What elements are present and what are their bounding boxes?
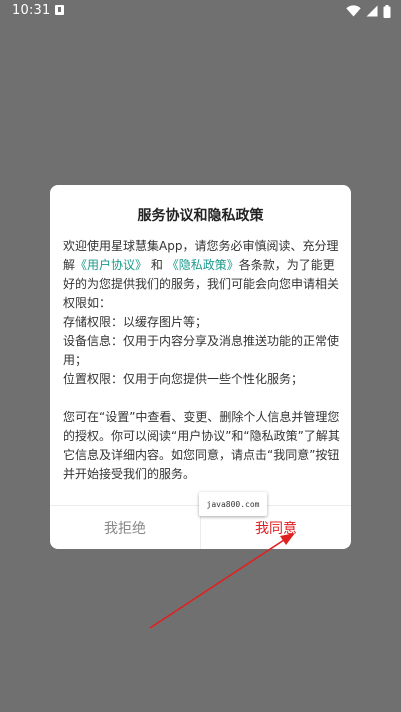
notification-icon bbox=[55, 5, 64, 15]
dialog-body: 欢迎使用星球慧集App，请您务必审慎阅读、充分理解《用户协议》 和 《隐私政策》… bbox=[63, 237, 341, 484]
user-agreement-link[interactable]: 《用户协议》 bbox=[75, 258, 147, 272]
dialog-title: 服务协议和隐私政策 bbox=[137, 208, 264, 224]
intro-paragraph: 欢迎使用星球慧集App，请您务必审慎阅读、充分理解《用户协议》 和 《隐私政策》… bbox=[63, 237, 341, 313]
footer-paragraph: 您可在“设置”中查看、变更、删除个人信息并管理您的授权。你可以阅读“用户协议”和… bbox=[63, 410, 340, 481]
permission-location: 位置权限：仅用于向您提供一些个性化服务； bbox=[63, 372, 304, 386]
privacy-policy-link[interactable]: 《隐私政策》 bbox=[167, 258, 239, 272]
wifi-icon bbox=[346, 5, 361, 17]
watermark-label: java800.com bbox=[199, 492, 267, 516]
status-time: 10:31 bbox=[12, 3, 51, 18]
intro-and: 和 bbox=[150, 258, 163, 272]
battery-icon bbox=[383, 4, 391, 18]
decline-button[interactable]: 我拒绝 bbox=[50, 506, 200, 549]
signal-icon bbox=[366, 5, 378, 17]
status-bar: 10:31 bbox=[0, 0, 401, 24]
permission-storage: 存储权限：以缓存图片等； bbox=[63, 315, 208, 329]
permission-device: 设备信息：仅用于内容分享及消息推送功能的正常使用； bbox=[63, 334, 340, 367]
status-icons bbox=[346, 3, 391, 19]
